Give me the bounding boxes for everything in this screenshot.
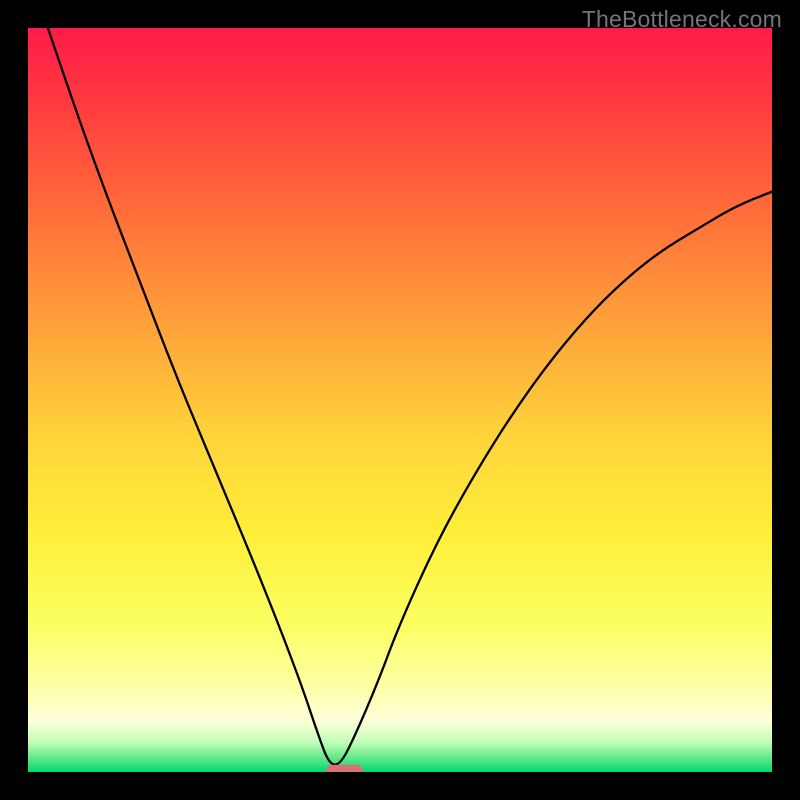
plot-area (28, 28, 772, 772)
curve-layer (28, 28, 772, 772)
bottleneck-curve-path (28, 28, 772, 765)
outer-frame: TheBottleneck.com (0, 0, 800, 800)
optimal-marker (326, 765, 363, 772)
watermark-text: TheBottleneck.com (582, 6, 782, 33)
